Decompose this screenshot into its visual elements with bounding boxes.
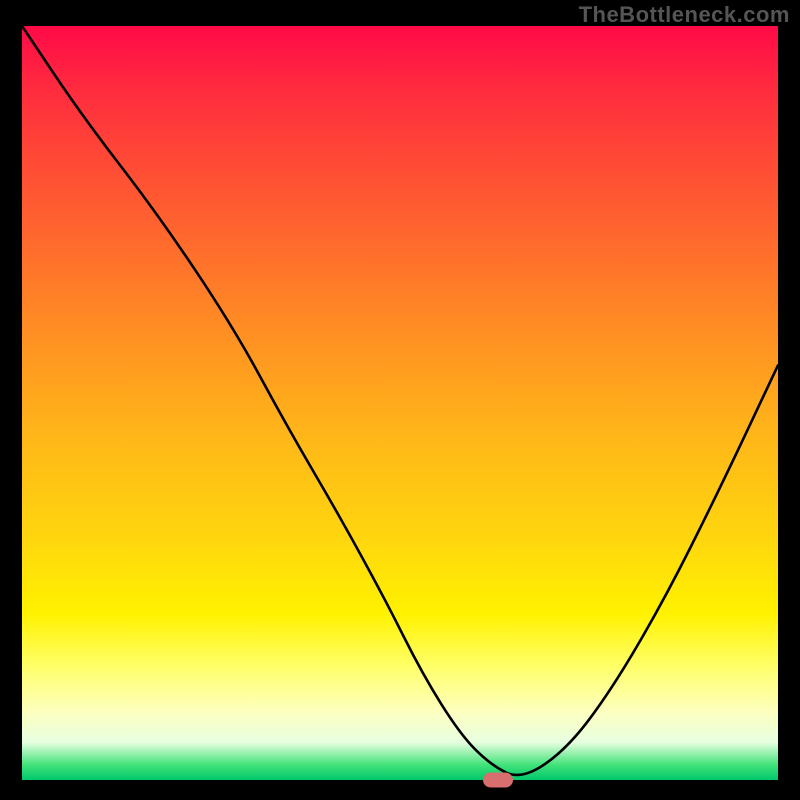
optimal-marker xyxy=(483,773,513,788)
chart-frame: TheBottleneck.com xyxy=(0,0,800,800)
plot-area xyxy=(22,26,778,780)
curve-path xyxy=(22,26,778,775)
bottleneck-curve xyxy=(22,26,778,780)
watermark-text: TheBottleneck.com xyxy=(579,2,790,28)
